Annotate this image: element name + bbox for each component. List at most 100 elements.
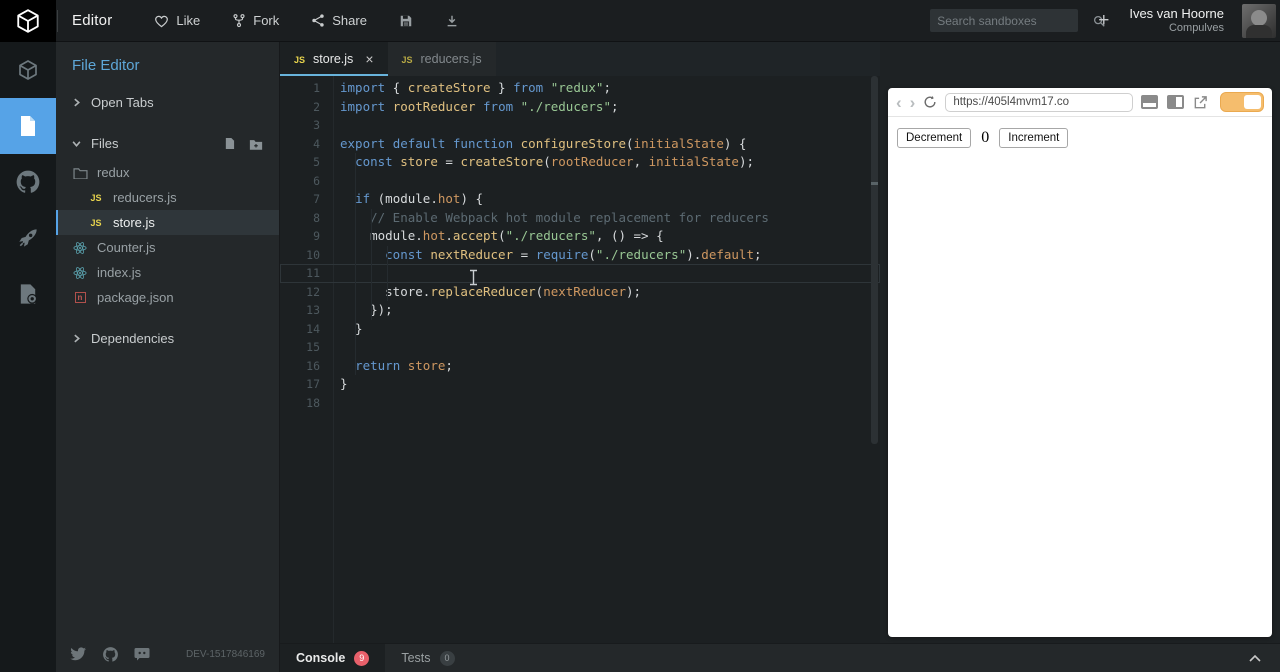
code-line-15[interactable]: 15 xyxy=(280,338,880,357)
tab-console[interactable]: Console 9 xyxy=(280,644,385,672)
section-files[interactable]: Files xyxy=(56,127,279,160)
open-external-icon[interactable] xyxy=(1193,95,1208,110)
js-icon: JS xyxy=(294,52,305,66)
toggle-knob xyxy=(1244,95,1261,109)
file-name: Counter.js xyxy=(97,240,156,255)
line-content: if (module.hot) { xyxy=(340,190,483,209)
live-reload-toggle[interactable] xyxy=(1220,92,1264,112)
discord-icon[interactable] xyxy=(134,647,150,661)
code-line-17[interactable]: 17} xyxy=(280,375,880,394)
download-button[interactable] xyxy=(445,14,459,28)
tab-label: reducers.js xyxy=(421,52,482,66)
line-number: 17 xyxy=(280,375,320,394)
code-line-8[interactable]: 8 // Enable Webpack hot module replaceme… xyxy=(280,209,880,228)
file-item-Counter.js[interactable]: Counter.js xyxy=(56,235,279,260)
new-sandbox-button[interactable]: + xyxy=(1096,11,1111,30)
console-view-icon[interactable] xyxy=(1141,95,1158,109)
increment-button[interactable]: Increment xyxy=(999,128,1068,148)
user-team: Compulves xyxy=(1129,22,1224,36)
back-icon[interactable]: ‹ xyxy=(896,94,902,111)
github-icon[interactable] xyxy=(102,646,119,663)
line-number: 4 xyxy=(280,135,320,154)
file-tree: redux JSreducers.jsJSstore.js Counter.js in… xyxy=(56,160,279,310)
section-open-tabs[interactable]: Open Tabs xyxy=(56,86,279,119)
heart-icon xyxy=(154,14,169,28)
code-line-13[interactable]: 13 }); xyxy=(280,301,880,320)
workspace-id: DEV-1517846169 xyxy=(186,649,265,660)
search-input[interactable] xyxy=(937,14,1092,28)
fork-button[interactable]: Fork xyxy=(232,13,279,28)
code-editor[interactable]: 1import { createStore } from "redux";2im… xyxy=(280,76,880,643)
line-number: 14 xyxy=(280,320,320,339)
share-button[interactable]: Share xyxy=(311,13,367,28)
header-actions: Like Fork Share xyxy=(154,13,459,28)
line-number: 18 xyxy=(280,394,320,413)
line-content: import rootReducer from "./reducers"; xyxy=(340,98,619,117)
github-icon xyxy=(15,169,41,195)
file-item-index.js[interactable]: index.js xyxy=(56,260,279,285)
code-line-18[interactable]: 18 xyxy=(280,394,880,413)
preview-pane: ‹ › xyxy=(880,42,1280,643)
file-item-redux[interactable]: redux xyxy=(56,160,279,185)
codesandbox-logo[interactable] xyxy=(0,0,56,42)
file-name: package.json xyxy=(97,290,174,305)
code-line-1[interactable]: 1import { createStore } from "redux"; xyxy=(280,79,880,98)
file-name: redux xyxy=(97,165,130,180)
expand-console-icon[interactable] xyxy=(1248,654,1280,663)
panel-title: File Editor xyxy=(56,42,279,86)
npm-icon: n xyxy=(72,292,88,303)
new-folder-icon[interactable] xyxy=(249,138,263,150)
sidebar-item-config[interactable] xyxy=(0,266,56,322)
close-icon[interactable]: × xyxy=(365,51,373,67)
header: Editor Like Fork Share xyxy=(0,0,1280,42)
sidebar-item-file-editor[interactable] xyxy=(0,98,56,154)
code-line-12[interactable]: 12 store.replaceReducer(nextReducer); xyxy=(280,283,880,302)
decrement-button[interactable]: Decrement xyxy=(897,128,971,148)
code-line-3[interactable]: 3 xyxy=(280,116,880,135)
code-line-6[interactable]: 6 xyxy=(280,172,880,191)
code-line-2[interactable]: 2import rootReducer from "./reducers"; xyxy=(280,98,880,117)
code-line-11[interactable]: 11 xyxy=(280,264,880,283)
editor-scrollbar[interactable] xyxy=(871,76,878,444)
user-meta: Ives van Hoorne Compulves xyxy=(1129,6,1224,36)
avatar[interactable] xyxy=(1242,4,1276,38)
console-bar: Console 9 Tests 0 xyxy=(280,643,1280,672)
code-line-5[interactable]: 5 const store = createStore(rootReducer,… xyxy=(280,153,880,172)
split-view-icon[interactable] xyxy=(1167,95,1184,109)
code-line-16[interactable]: 16 return store; xyxy=(280,357,880,376)
sidebar-item-project[interactable] xyxy=(0,42,56,98)
file-icon xyxy=(17,114,39,138)
new-file-icon[interactable] xyxy=(224,137,235,150)
file-item-package.json[interactable]: n package.json xyxy=(56,285,279,310)
save-button[interactable] xyxy=(399,14,413,28)
code-line-7[interactable]: 7 if (module.hot) { xyxy=(280,190,880,209)
line-number: 15 xyxy=(280,338,320,357)
code-line-14[interactable]: 14 } xyxy=(280,320,880,339)
twitter-icon[interactable] xyxy=(70,647,87,662)
sidebar-item-deployment[interactable] xyxy=(0,210,56,266)
forward-icon[interactable]: › xyxy=(910,94,916,111)
code-line-9[interactable]: 9 module.hot.accept("./reducers", () => … xyxy=(280,227,880,246)
url-input[interactable] xyxy=(945,93,1133,112)
line-content: export default function configureStore(i… xyxy=(340,135,746,154)
sidebar-item-github[interactable] xyxy=(0,154,56,210)
tab-tests[interactable]: Tests 0 xyxy=(385,644,470,672)
like-button[interactable]: Like xyxy=(154,13,200,28)
section-dependencies[interactable]: Dependencies xyxy=(56,322,279,355)
tab-store.js[interactable]: JSstore.js× xyxy=(280,42,388,76)
indent-guide xyxy=(371,209,372,320)
code-line-4[interactable]: 4 export default function configureStore(… xyxy=(280,135,880,154)
code-line-10[interactable]: 10 const nextReducer = require("./reduce… xyxy=(280,246,880,265)
line-content: }); xyxy=(340,301,393,320)
line-number: 13 xyxy=(280,301,320,320)
counter-value: 0 xyxy=(981,128,989,148)
line-content: store.replaceReducer(nextReducer); xyxy=(340,283,641,302)
rocket-icon xyxy=(16,226,40,250)
tests-badge: 0 xyxy=(440,651,455,666)
tab-reducers.js[interactable]: JSreducers.js xyxy=(388,42,496,76)
file-item-store.js[interactable]: JSstore.js xyxy=(56,210,279,235)
refresh-icon[interactable] xyxy=(923,95,937,109)
file-item-reducers.js[interactable]: JSreducers.js xyxy=(56,185,279,210)
line-number: 9 xyxy=(280,227,320,246)
search-box[interactable] xyxy=(930,9,1078,32)
